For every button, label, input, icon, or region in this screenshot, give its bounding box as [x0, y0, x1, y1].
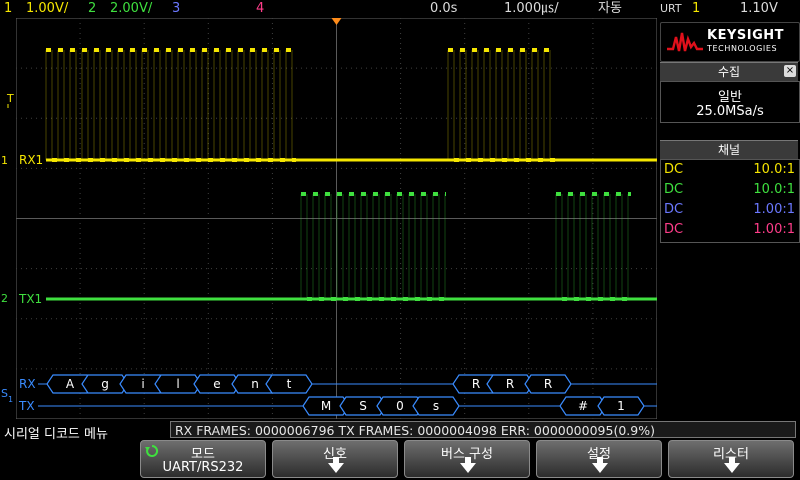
channel-row: DC 1.00:1 [661, 200, 799, 220]
channel-row: DC 10.0:1 [661, 180, 799, 200]
keysight-wave-icon [667, 32, 703, 52]
ch4-number[interactable]: 4 [256, 0, 264, 18]
probe-ratio: 10.0:1 [753, 182, 795, 197]
decode-tx-label: TX [18, 399, 35, 413]
serial-marker: S [1, 387, 8, 400]
decode-rx-char: l [176, 377, 179, 391]
probe-ratio: 1.00:1 [753, 202, 795, 217]
ch2-scale[interactable]: 2.00V/ [110, 0, 152, 18]
decode-rx-char: A [66, 377, 75, 391]
softkey-signals[interactable]: 신호 [272, 440, 398, 478]
decode-rx-char: n [251, 377, 259, 391]
decode-rx-char: R [544, 377, 552, 391]
decode-tx-char: M [321, 399, 331, 413]
softkey-value: UART/RS232 [162, 460, 244, 475]
channel-coupling: DC [664, 182, 684, 197]
submenu-arrow-icon [592, 457, 608, 473]
softkey-mode[interactable]: 모드 UART/RS232 [140, 440, 266, 478]
channel-coupling: DC [664, 162, 684, 177]
probe-ratio: 10.0:1 [753, 162, 795, 177]
decode-rx-char: R [506, 377, 514, 391]
serial-marker-sub: 1 [8, 395, 13, 404]
decode-tx-char: s [433, 399, 439, 413]
decode-tx-char: # [578, 399, 588, 413]
channel-header: 채널 [660, 140, 798, 159]
ch3-number[interactable]: 3 [172, 0, 180, 18]
acquisition-mode: 일반 [718, 90, 742, 105]
tx-trace-label: TX1 [18, 292, 42, 306]
channel-row: DC 1.00:1 [661, 220, 799, 240]
acquisition-panel: 일반 25.0MSa/s [660, 81, 800, 123]
timebase-value[interactable]: 1.000㎲/ [504, 0, 559, 18]
keysight-logo: KEYSIGHT TECHNOLOGIES [660, 22, 800, 62]
decode-rx-char: i [141, 377, 144, 391]
decode-tx-char: 0 [396, 399, 404, 413]
softkey-bus-config[interactable]: 버스 구성 [404, 440, 530, 478]
probe-ratio: 1.00:1 [753, 222, 795, 237]
trigger-mode[interactable]: 자동 [598, 0, 622, 18]
channel-title: 채널 [717, 143, 741, 157]
frame-counter: RX FRAMES: 0000006796 TX FRAMES: 0000004… [170, 421, 796, 438]
ch2-number: 2 [88, 1, 97, 16]
tx-channel-marker: 2 [1, 292, 8, 305]
delay-value[interactable]: 0.0s [430, 0, 457, 18]
acquisition-header: 수집 × [660, 62, 798, 81]
channel-coupling: DC [664, 202, 684, 217]
waveform-display[interactable]: RX1 TX1 RX TX A g i l e n t R R R M S 0 s #1 [16, 18, 657, 419]
trigger-channel: 1 [692, 1, 701, 16]
trigger-level[interactable]: 1.10V [740, 0, 778, 18]
decode-rx-label: RX [19, 377, 36, 391]
decode-rx-char: e [213, 377, 220, 391]
submenu-arrow-icon [724, 457, 740, 473]
submenu-arrow-icon [328, 457, 344, 473]
decode-tx-char: S [359, 399, 367, 413]
channel-panel: DC 10.0:1 DC 10.0:1 DC 1.00:1 DC 1.00:1 [660, 159, 800, 243]
channel-markers: T 1 2 S 1 [1, 92, 14, 404]
menu-title: 시리얼 디코드 메뉴 [4, 427, 108, 442]
trigger-marker: T [6, 92, 14, 105]
ch1-scale[interactable]: 1.00V/ [26, 0, 68, 18]
close-icon[interactable]: × [784, 65, 796, 77]
channel-coupling: DC [664, 222, 684, 237]
decode-rx-char: t [287, 377, 292, 391]
status-bar: 1 1.00V/ 2 2.00V/ 3 4 0.0s 1.000㎲/ 자동 UR… [0, 0, 800, 18]
rx-trace-label: RX1 [19, 153, 43, 167]
rx-channel-marker: 1 [1, 154, 8, 167]
softkey-settings[interactable]: 설정 [536, 440, 662, 478]
ch1-number: 1 [4, 1, 13, 16]
channel-row: DC 10.0:1 [661, 160, 799, 180]
submenu-arrow-icon [460, 457, 476, 473]
trigger-source: URT [660, 2, 682, 15]
decode-rx-char: R [472, 377, 480, 391]
logo-brand: KEYSIGHT [707, 28, 784, 43]
acquisition-title: 수집 [717, 65, 741, 79]
decode-tx-char: 1 [617, 399, 625, 413]
softkey-lister[interactable]: 리스터 [668, 440, 794, 478]
sample-rate: 25.0MSa/s [696, 104, 764, 119]
decode-rx-char: g [101, 377, 109, 391]
logo-subtitle: TECHNOLOGIES [707, 44, 778, 53]
